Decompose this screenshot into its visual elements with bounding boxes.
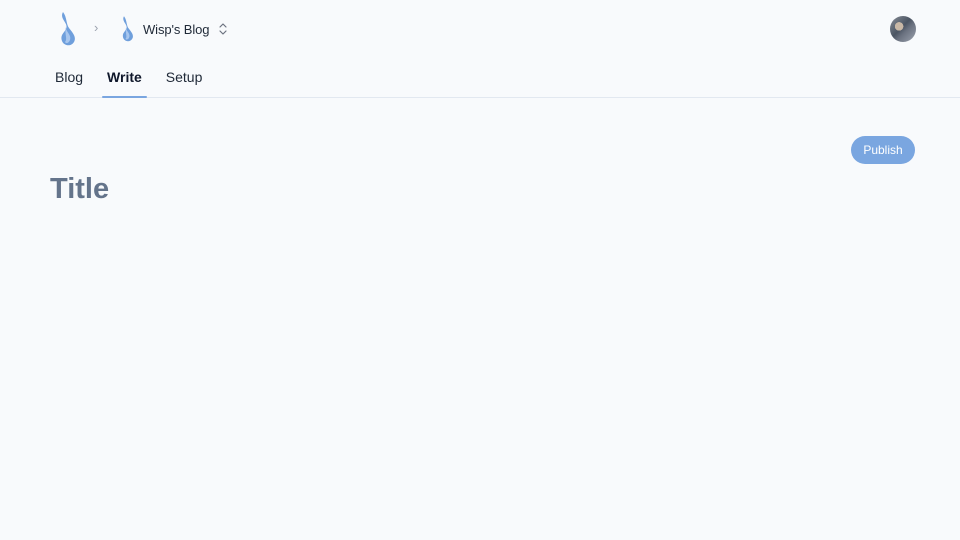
top-header: › Wisp's Blog Blog Write Setup bbox=[0, 0, 960, 98]
flame-logo-icon bbox=[122, 16, 133, 42]
flame-logo-icon[interactable] bbox=[55, 11, 79, 47]
title-input[interactable] bbox=[50, 168, 830, 210]
chevron-up-down-icon bbox=[219, 23, 228, 35]
tab-blog[interactable]: Blog bbox=[50, 60, 88, 98]
tab-write[interactable]: Write bbox=[102, 60, 147, 98]
blog-name: Wisp's Blog bbox=[143, 21, 210, 37]
tab-setup[interactable]: Setup bbox=[161, 60, 208, 98]
blog-switcher[interactable]: Wisp's Blog bbox=[118, 15, 228, 43]
user-avatar[interactable] bbox=[890, 16, 916, 42]
main-tabs: Blog Write Setup bbox=[50, 60, 221, 98]
breadcrumb-separator: › bbox=[94, 20, 99, 35]
publish-button[interactable]: Publish bbox=[851, 136, 915, 164]
